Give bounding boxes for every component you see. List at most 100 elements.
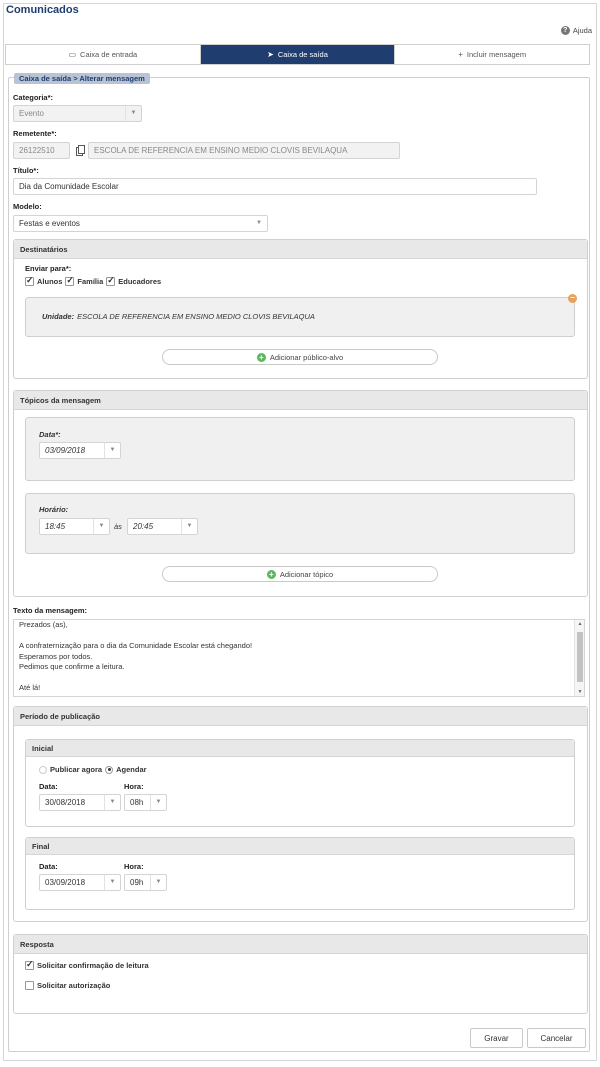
- chevron-down-icon: ▼: [104, 875, 120, 890]
- autorizacao-checkbox[interactable]: [25, 981, 34, 990]
- add-audience-button[interactable]: + Adicionar público-alvo: [162, 349, 438, 365]
- agendar-radio[interactable]: [105, 765, 114, 774]
- help-link[interactable]: ? Ajuda: [560, 26, 592, 35]
- topico-data-select[interactable]: 03/09/2018 ▼: [39, 442, 121, 459]
- chevron-down-icon: ▼: [150, 795, 166, 810]
- textarea-scrollbar[interactable]: ▲ ▼: [574, 620, 584, 696]
- hora-inicio-value: 18:45: [45, 522, 66, 531]
- final-hora-select[interactable]: 09h ▼: [124, 874, 167, 891]
- cancel-button[interactable]: Cancelar: [527, 1028, 586, 1048]
- remetente-label: Remetente*:: [13, 129, 57, 138]
- inbox-icon: ▭: [68, 50, 77, 59]
- final-data-select[interactable]: 03/09/2018 ▼: [39, 874, 121, 891]
- modelo-label: Modelo:: [13, 202, 42, 211]
- titulo-label: Título*:: [13, 166, 39, 175]
- chevron-down-icon: ▼: [104, 443, 120, 458]
- topico-data-label: Data*:: [39, 430, 61, 439]
- plus-icon: +: [458, 50, 463, 59]
- chevron-down-icon: ▼: [150, 875, 166, 890]
- confirmacao-checkbox[interactable]: [25, 959, 34, 970]
- add-topic-label: Adicionar tópico: [279, 569, 334, 579]
- help-label: Ajuda: [572, 26, 592, 35]
- add-icon: +: [266, 569, 276, 579]
- tab-inbox[interactable]: ▭ Caixa de entrada: [6, 45, 201, 64]
- categoria-label: Categoria*:: [13, 93, 54, 102]
- inicial-data-label: Data:: [39, 782, 58, 791]
- inicial-hora-label: Hora:: [124, 782, 144, 791]
- inicial-title: Inicial: [26, 740, 574, 757]
- tab-outbox[interactable]: ➤ Caixa de saída: [200, 45, 396, 64]
- text-line: [14, 631, 584, 642]
- send-icon: ➤: [267, 50, 274, 59]
- chevron-down-icon: ▼: [125, 106, 141, 121]
- breadcrumb: Caixa de saída > Alterar mensagem: [14, 73, 150, 84]
- destinatarios-title: Destinatários: [14, 240, 587, 259]
- copy-icon[interactable]: [76, 145, 85, 156]
- enviar-para-label: Enviar para*:: [25, 264, 72, 273]
- modelo-select[interactable]: Festas e eventos ▼: [13, 215, 268, 232]
- familia-checkbox[interactable]: [65, 275, 75, 286]
- remove-icon[interactable]: −: [568, 294, 577, 303]
- final-data-value: 03/09/2018: [45, 878, 86, 887]
- titulo-input[interactable]: Dia da Comunidade Escolar: [13, 178, 537, 195]
- confirmacao-label: Solicitar confirmação de leitura: [37, 961, 149, 970]
- final-title: Final: [26, 838, 574, 855]
- topicos-title: Tópicos da mensagem: [14, 391, 587, 410]
- as-label: às: [114, 522, 122, 531]
- inicial-hora-select[interactable]: 08h ▼: [124, 794, 167, 811]
- educadores-checkbox[interactable]: [106, 275, 116, 286]
- text-line: [14, 673, 584, 684]
- texto-label: Texto da mensagem:: [13, 606, 88, 615]
- autorizacao-row: Solicitar autorização: [25, 981, 110, 990]
- publish-mode-row: Publicar agora Agendar: [39, 765, 147, 774]
- save-button[interactable]: Gravar: [470, 1028, 523, 1048]
- scroll-down-icon[interactable]: ▼: [575, 689, 584, 695]
- add-topic-button[interactable]: + Adicionar tópico: [162, 566, 438, 582]
- chevron-down-icon: ▼: [104, 795, 120, 810]
- scroll-up-icon[interactable]: ▲: [575, 621, 584, 627]
- hora-inicio-select[interactable]: 18:45 ▼: [39, 518, 110, 535]
- text-line: A confraternização para o dia da Comunid…: [19, 641, 253, 650]
- tab-new-message[interactable]: + Incluir mensagem: [395, 45, 590, 64]
- chevron-down-icon: ▼: [93, 519, 109, 534]
- alunos-checkbox[interactable]: [25, 275, 34, 286]
- horario-label: Horário:: [39, 505, 69, 514]
- educadores-label: Educadores: [118, 277, 162, 286]
- final-hora-label: Hora:: [124, 862, 144, 871]
- remetente-name-input[interactable]: ESCOLA DE REFERENCIA EM ENSINO MEDIO CLO…: [88, 142, 400, 159]
- remetente-code-input[interactable]: 26122510: [13, 142, 70, 159]
- add-icon: +: [256, 352, 266, 362]
- help-icon: ?: [560, 26, 570, 35]
- periodo-title: Período de publicação: [14, 707, 587, 726]
- hora-fim-value: 20:45: [133, 522, 154, 531]
- app-title: Comunicados: [6, 4, 79, 16]
- inicial-data-value: 30/08/2018: [45, 798, 86, 807]
- unidade-row: Unidade: ESCOLA DE REFERENCIA EM ENSINO …: [42, 312, 315, 321]
- text-line: Até lá!: [19, 683, 41, 692]
- chevron-down-icon: ▼: [256, 220, 262, 226]
- confirmacao-row: Solicitar confirmação de leitura: [25, 959, 149, 970]
- add-audience-label: Adicionar público-alvo: [269, 352, 344, 362]
- familia-label: Família: [77, 277, 104, 286]
- text-line: Prezados (as),: [19, 620, 68, 629]
- modelo-value: Festas e eventos: [19, 219, 80, 228]
- text-line: Esperamos por todos.: [19, 651, 93, 661]
- inicial-data-select[interactable]: 30/08/2018 ▼: [39, 794, 121, 811]
- autorizacao-label: Solicitar autorização: [37, 981, 111, 990]
- topico-data-value: 03/09/2018: [45, 446, 86, 455]
- inicial-panel: Inicial: [25, 739, 575, 827]
- categoria-select[interactable]: Evento ▼: [13, 105, 142, 122]
- final-data-label: Data:: [39, 862, 58, 871]
- publicar-agora-label: Publicar agora: [50, 765, 103, 774]
- unidade-value: ESCOLA DE REFERENCIA EM ENSINO MEDIO CLO…: [77, 312, 315, 321]
- hora-fim-select[interactable]: 20:45 ▼: [127, 518, 198, 535]
- publicar-agora-radio[interactable]: [39, 765, 47, 774]
- recipient-options: Alunos Família Educadores: [25, 275, 162, 286]
- tab-inbox-label: Caixa de entrada: [80, 50, 138, 59]
- message-textarea[interactable]: Prezados (as), A confraternização para o…: [13, 619, 585, 697]
- tab-outbox-label: Caixa de saída: [277, 50, 328, 59]
- scroll-thumb[interactable]: [577, 632, 583, 682]
- alunos-label: Alunos: [37, 277, 63, 286]
- tab-bar: ▭ Caixa de entrada ➤ Caixa de saída + In…: [5, 44, 590, 65]
- text-line: Pedimos que confirme a leitura.: [19, 662, 125, 671]
